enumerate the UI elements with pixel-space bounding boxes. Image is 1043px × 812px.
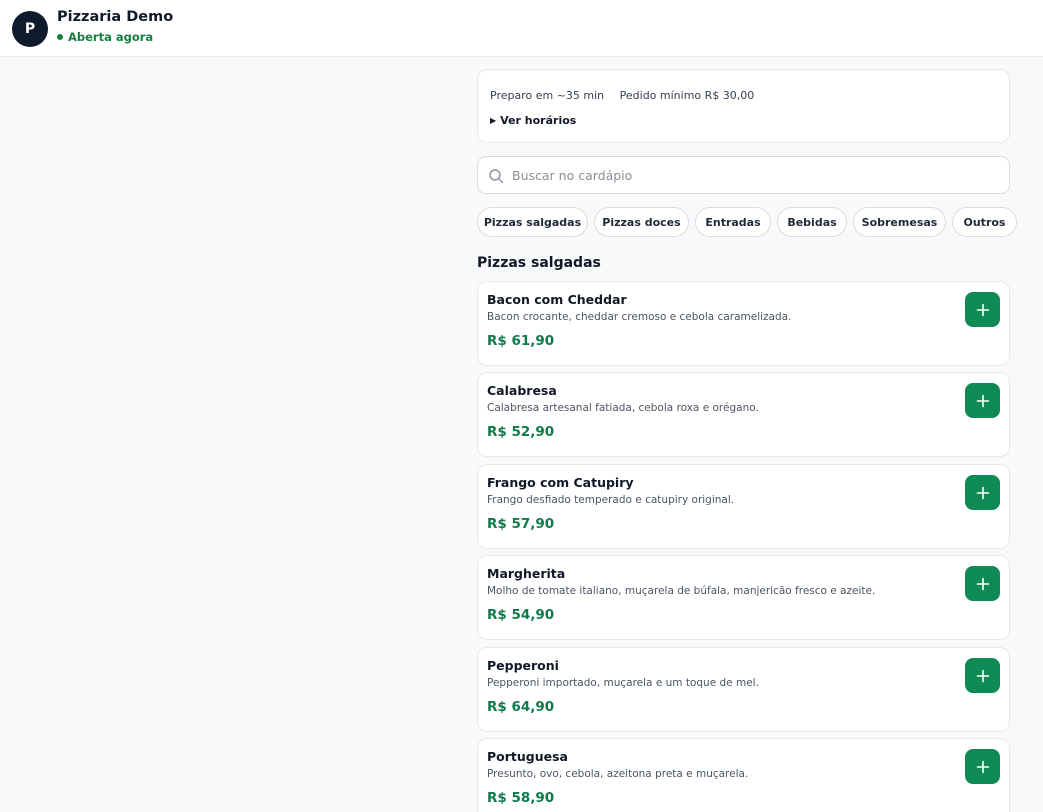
status-dot-icon [57,34,63,40]
menu-item-card[interactable]: Portuguesa Presunto, ovo, cebola, azeito… [477,738,1010,812]
add-item-button[interactable] [965,475,1000,510]
category-chip-outros[interactable]: Outros [952,207,1017,237]
menu-item-description: Frango desfiado temperado e catupiry ori… [487,494,735,506]
add-item-button[interactable] [965,383,1000,418]
menu-item-price: R$ 61,90 [487,333,555,349]
triangle-right-icon: ▶ [490,116,497,125]
menu-item-price: R$ 64,90 [487,699,555,715]
menu-item-price: R$ 54,90 [487,607,555,623]
store-avatar: P [12,11,48,47]
menu-item-card[interactable]: Calabresa Calabresa artesanal fatiada, c… [477,372,1010,457]
plus-icon [976,577,989,590]
menu-item-name: Portuguesa [487,749,568,764]
add-item-button[interactable] [965,292,1000,327]
store-name: Pizzaria Demo [57,9,174,25]
menu-item-description: Presunto, ovo, cebola, azeitona preta e … [487,768,749,780]
menu-item-price: R$ 58,90 [487,790,555,806]
menu-item-card[interactable]: Frango com Catupiry Frango desfiado temp… [477,464,1010,549]
search-box [477,156,1010,194]
section-title: Pizzas salgadas [477,255,601,271]
menu-item-card[interactable]: Bacon com Cheddar Bacon crocante, chedda… [477,281,1010,366]
menu-item-name: Pepperoni [487,658,559,673]
menu-item-card[interactable]: Margherita Molho de tomate italiano, muç… [477,555,1010,640]
hours-toggle-label: Ver horários [500,114,577,127]
menu-item-description: Pepperoni importado, muçarela e um toque… [487,677,759,689]
store-status: Aberta agora [57,30,153,44]
menu-item-card[interactable]: Pepperoni Pepperoni importado, muçarela … [477,647,1010,732]
plus-icon [976,303,989,316]
menu-item-description: Molho de tomate italiano, muçarela de bú… [487,585,876,597]
category-chip-pizzas-salgadas[interactable]: Pizzas salgadas [477,207,588,237]
store-info-card: Preparo em ~35 min Pedido mínimo R$ 30,0… [477,69,1010,143]
search-icon [489,169,504,184]
menu-item-price: R$ 57,90 [487,516,555,532]
plus-icon [976,760,989,773]
store-status-label: Aberta agora [68,30,154,44]
category-chip-bebidas[interactable]: Bebidas [777,207,847,237]
search-input[interactable] [512,157,1002,193]
menu-item-name: Margherita [487,566,566,581]
category-chip-sobremesas[interactable]: Sobremesas [853,207,946,237]
app-header: P Pizzaria Demo Aberta agora [0,0,1043,57]
prep-time: Preparo em ~35 min [490,89,605,102]
min-order: Pedido mínimo R$ 30,00 [619,89,755,102]
menu-item-name: Bacon com Cheddar [487,292,627,307]
menu-item-name: Frango com Catupiry [487,475,634,490]
store-info-line: Preparo em ~35 min Pedido mínimo R$ 30,0… [490,89,754,102]
category-chip-entradas[interactable]: Entradas [695,207,771,237]
plus-icon [976,669,989,682]
menu-item-price: R$ 52,90 [487,424,555,440]
hours-toggle[interactable]: ▶ Ver horários [490,114,576,127]
menu-item-description: Calabresa artesanal fatiada, cebola roxa… [487,402,759,414]
category-chip-pizzas-doces[interactable]: Pizzas doces [594,207,689,237]
add-item-button[interactable] [965,566,1000,601]
plus-icon [976,394,989,407]
plus-icon [976,486,989,499]
add-item-button[interactable] [965,658,1000,693]
menu-item-description: Bacon crocante, cheddar cremoso e cebola… [487,311,792,323]
add-item-button[interactable] [965,749,1000,784]
menu-item-name: Calabresa [487,383,557,398]
